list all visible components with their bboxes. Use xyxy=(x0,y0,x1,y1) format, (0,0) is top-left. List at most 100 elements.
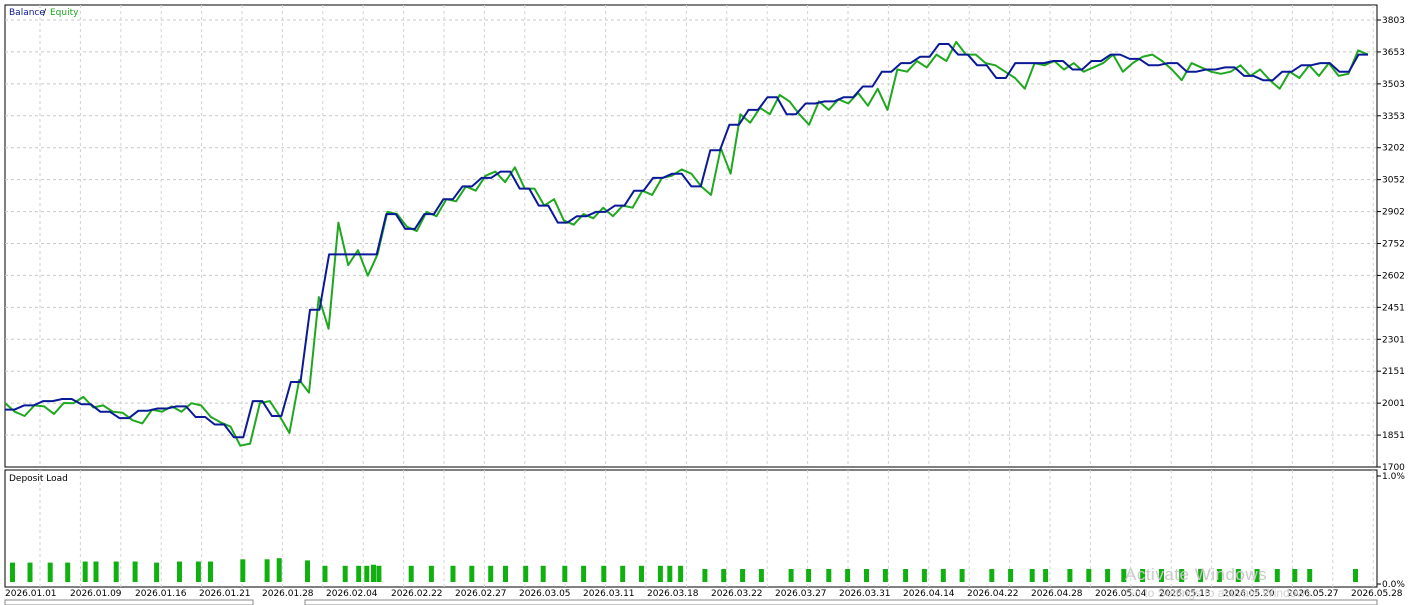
load-bar xyxy=(177,561,182,582)
x-tick-label: 2026.01.09 xyxy=(70,589,122,599)
load-bar xyxy=(408,565,414,582)
x-tick-label: 2026.01.01 xyxy=(5,589,57,599)
load-bar xyxy=(806,569,812,582)
load-bar xyxy=(503,565,508,582)
load-bar xyxy=(702,569,708,582)
x-tick-label: 2026.05.27 xyxy=(1287,589,1339,599)
load-bar xyxy=(667,565,673,582)
chart-legend: Balance/Equity xyxy=(9,8,79,18)
x-tick-label: 2026.03.27 xyxy=(775,589,827,599)
y-tick-label: 3202 xyxy=(1382,144,1405,154)
load-bar xyxy=(469,565,475,582)
y-tick-label: 2602 xyxy=(1382,271,1405,281)
x-tick-label: 2026.05.28 xyxy=(1351,589,1403,599)
x-tick-label: 2026.01.28 xyxy=(262,589,314,599)
load-bar xyxy=(1121,569,1127,582)
load-bar xyxy=(1140,569,1146,582)
x-tick-label: 2026.04.14 xyxy=(903,589,955,599)
load-bar xyxy=(276,558,282,582)
x-tick-label: 2026.03.31 xyxy=(839,589,891,599)
load-bar xyxy=(1307,569,1313,582)
x-tick-label: 2026.01.16 xyxy=(135,589,187,599)
load-bar xyxy=(523,565,529,582)
load-tick-top: 1.0% xyxy=(1382,472,1405,482)
x-tick-label: 2026.03.05 xyxy=(519,589,571,599)
load-bar xyxy=(1235,569,1241,582)
load-bar xyxy=(154,562,160,582)
load-bar xyxy=(65,562,71,582)
x-tick-label: 2026.02.27 xyxy=(455,589,507,599)
load-bar xyxy=(903,569,909,582)
x-tick-label: 2026.03.22 xyxy=(711,589,763,599)
load-bar xyxy=(1067,569,1073,582)
load-bar xyxy=(1105,569,1111,582)
legend-equity: Equity xyxy=(50,8,79,18)
deposit-load-label: Deposit Load xyxy=(9,474,68,484)
x-tick-label: 2026.05.20 xyxy=(1223,589,1275,599)
y-tick-label: 3052 xyxy=(1382,176,1405,186)
load-bar xyxy=(1216,569,1222,582)
load-bar xyxy=(882,569,888,582)
load-bar xyxy=(758,569,764,582)
legend-balance: Balance xyxy=(9,8,45,18)
load-bar xyxy=(788,569,794,582)
load-bar xyxy=(376,565,382,582)
load-bar xyxy=(1254,569,1260,582)
load-bar xyxy=(1159,569,1164,582)
load-bar xyxy=(864,569,869,582)
load-bar xyxy=(540,565,546,582)
load-bar xyxy=(428,565,434,582)
y-tick-label: 3653 xyxy=(1382,48,1405,58)
y-tick-label: 3503 xyxy=(1382,80,1405,90)
load-bar xyxy=(826,569,832,582)
x-tick-label: 2026.05.13 xyxy=(1159,589,1211,599)
y-tick-label: 2001 xyxy=(1382,399,1405,409)
load-bar xyxy=(356,565,362,582)
y-tick-label: 1851 xyxy=(1382,431,1405,441)
load-bar xyxy=(47,562,53,582)
y-tick-label: 2301 xyxy=(1382,335,1405,345)
load-bar xyxy=(989,569,995,582)
load-bar xyxy=(1198,569,1204,582)
y-tick-label: 2151 xyxy=(1382,367,1405,377)
load-bar xyxy=(27,562,33,582)
load-bar xyxy=(740,569,746,582)
load-bar xyxy=(93,561,99,582)
x-tick-label: 2026.03.18 xyxy=(647,589,699,599)
load-bar xyxy=(195,561,201,582)
load-bar xyxy=(371,564,376,582)
load-bar xyxy=(322,565,328,582)
load-bar xyxy=(10,562,15,582)
load-bar xyxy=(1353,569,1358,582)
load-bar xyxy=(940,569,946,582)
load-bar xyxy=(450,565,456,582)
load-bar xyxy=(657,565,663,582)
x-tick-label: 2026.02.04 xyxy=(326,589,378,599)
x-tick-label: 2026.04.22 xyxy=(967,589,1019,599)
y-tick-label: 2752 xyxy=(1382,240,1405,250)
load-bar xyxy=(678,565,684,582)
load-bar xyxy=(601,565,607,582)
load-bar xyxy=(921,569,927,582)
load-bar xyxy=(562,565,568,582)
load-bar xyxy=(1008,569,1014,582)
x-tick-label: 2026.03.11 xyxy=(583,589,635,599)
load-bar xyxy=(845,569,851,582)
x-tick-label: 2026.05.04 xyxy=(1095,589,1147,599)
y-tick-label: 2902 xyxy=(1382,208,1405,218)
load-bar xyxy=(208,561,213,582)
load-bar xyxy=(1043,569,1049,582)
y-tick-label: 3803 xyxy=(1382,16,1405,26)
load-bar xyxy=(132,561,138,582)
load-bar xyxy=(305,560,310,582)
x-tick-label: 2026.02.22 xyxy=(391,589,443,599)
load-bar xyxy=(639,565,644,582)
load-bar xyxy=(1179,569,1185,582)
load-bar xyxy=(581,565,587,582)
load-bar xyxy=(82,561,88,582)
horizontal-scrollbar-left xyxy=(4,599,254,605)
load-bar xyxy=(1292,569,1298,582)
x-tick-label: 2026.01.21 xyxy=(199,589,251,599)
x-tick-label: 2026.04.28 xyxy=(1031,589,1083,599)
load-bar xyxy=(721,569,727,582)
